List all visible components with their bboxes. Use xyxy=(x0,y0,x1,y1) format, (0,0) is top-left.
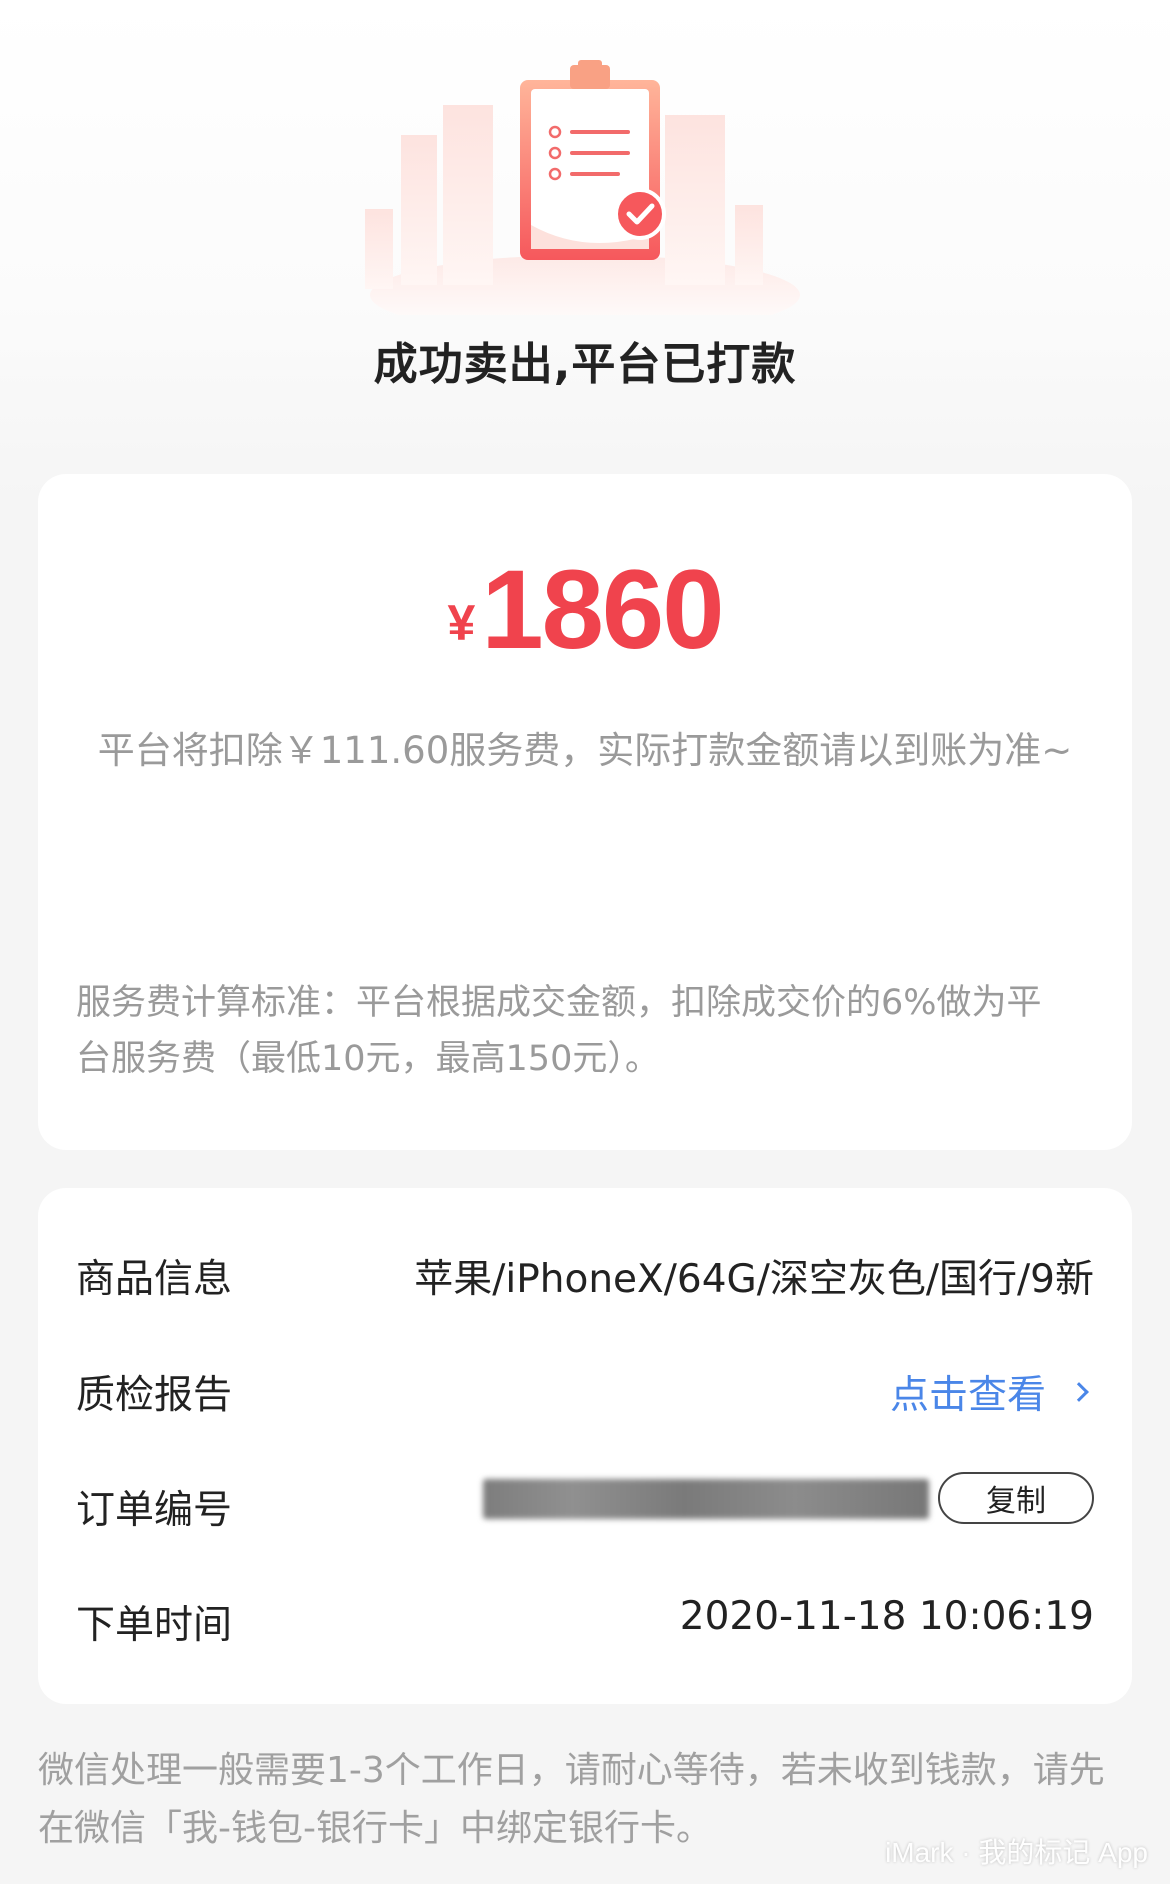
order-number-label: 订单编号 xyxy=(76,1488,233,1533)
copy-button[interactable]: 复制 xyxy=(938,1472,1094,1524)
service-fee-rule: 服务费计算标准：平台根据成交金额，扣除成交价的6%做为平台服务费（最低10元，最… xyxy=(76,983,1042,1079)
inspection-report-label: 质检报告 xyxy=(76,1373,233,1418)
amount-value: 1860 xyxy=(481,547,724,672)
currency-symbol: ¥ xyxy=(447,595,476,651)
page-title: 成功卖出,平台已打款 xyxy=(373,339,797,390)
clipboard-check-illustration xyxy=(365,60,800,315)
order-number-redacted xyxy=(483,1479,929,1519)
product-info-label: 商品信息 xyxy=(76,1257,233,1302)
order-time-value: 2020-11-18 10:06:19 xyxy=(679,1594,1094,1639)
watermark: iMark · 我的标记 App xyxy=(885,1837,1148,1868)
order-time-label: 下单时间 xyxy=(76,1603,233,1648)
product-info-value: 苹果/iPhoneX/64G/深空灰色/国行/9新 xyxy=(414,1257,1094,1302)
view-report-text: 点击查看 xyxy=(889,1373,1046,1418)
view-report-link[interactable]: 点击查看 xyxy=(890,1364,1094,1420)
service-fee-note: 平台将扣除￥111.60服务费，实际打款金额请以到账为准~ xyxy=(97,729,1073,772)
chevron-right-icon xyxy=(1069,1382,1089,1402)
payout-amount: ¥1860 xyxy=(0,545,1170,674)
